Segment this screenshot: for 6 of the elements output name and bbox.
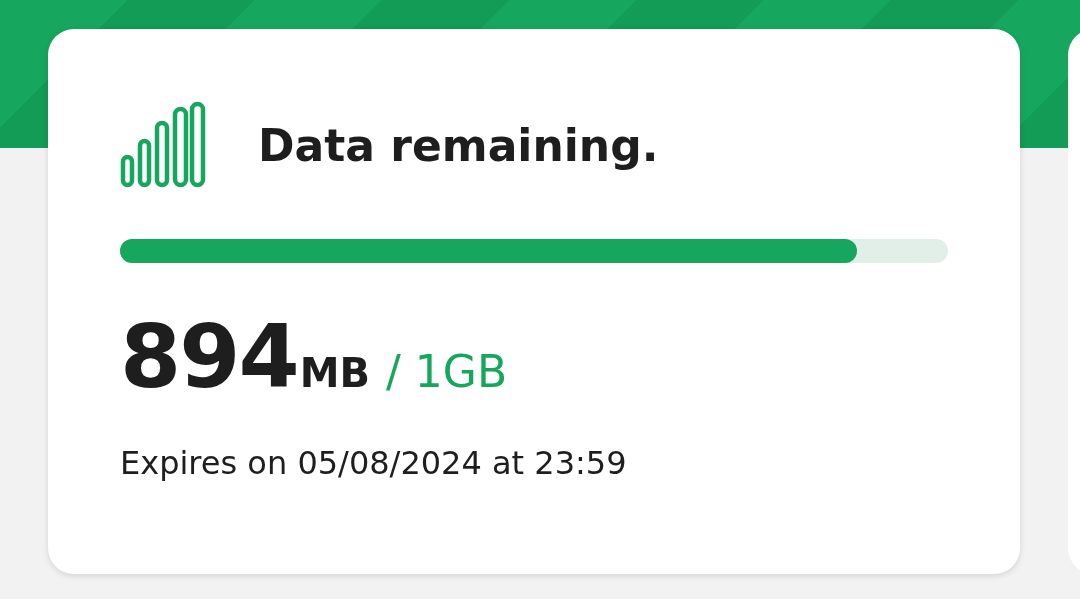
expiry-text: Expires on 05/08/2024 at 23:59 [120, 444, 628, 482]
card-title: Data remaining. [258, 119, 659, 171]
remaining-amount: 894 [120, 305, 298, 408]
amount-unit: MB [299, 350, 370, 396]
signal-bars-icon [120, 101, 208, 189]
total-allowance: / 1GB [386, 346, 508, 397]
